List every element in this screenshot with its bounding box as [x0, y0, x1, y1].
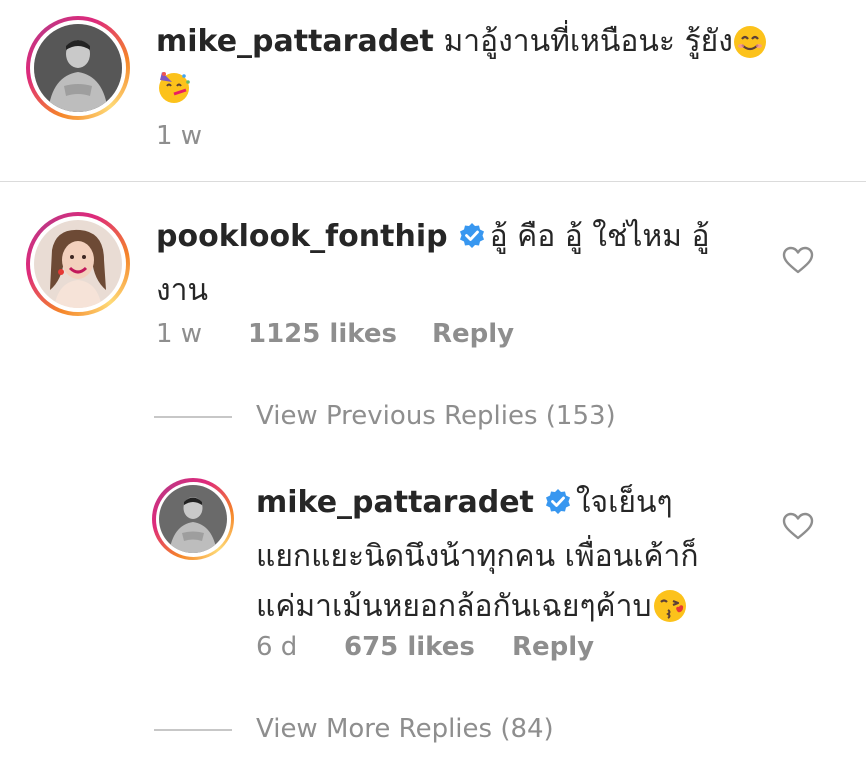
reply-label[interactable]: Reply — [512, 632, 594, 662]
comment-likes[interactable]: 1125 likes — [248, 314, 397, 354]
reply-button[interactable]: Reply — [512, 627, 594, 667]
likes-count[interactable]: 1125 likes — [248, 319, 397, 349]
view-previous-replies-button[interactable]: View Previous Replies (153) — [256, 396, 616, 436]
like-heart-icon[interactable] — [782, 246, 814, 278]
replies-line — [154, 416, 232, 418]
comment-likes[interactable]: 675 likes — [344, 627, 475, 667]
avatar[interactable] — [26, 16, 130, 120]
comment-text: mike_pattaradet มาอู้งานที่เหนือนะ รู้ยั… — [156, 17, 836, 75]
comment-body-line2: งาน — [156, 273, 209, 308]
comment-body: ใจเย็นๆ — [575, 485, 673, 520]
avatar[interactable] — [152, 478, 234, 560]
divider — [0, 181, 866, 182]
comment-text: pooklook_fonthip อู้ คือ อู้ ใช่ไหม อู้ … — [156, 212, 776, 316]
verified-badge-icon — [458, 216, 486, 266]
comment-username[interactable]: mike_pattaradet — [156, 24, 434, 59]
like-heart-icon[interactable] — [782, 512, 814, 544]
party-face-icon — [156, 68, 192, 108]
comment-time: 1 w — [156, 319, 203, 349]
verified-badge-icon — [544, 482, 572, 532]
comment-body: อู้ คือ อู้ ใช่ไหม อู้ — [489, 219, 710, 254]
comment-body-line2: แยกแยะนิดนึงน้าทุกคน เพื่อนเค้าก็ — [256, 539, 699, 574]
comment-body-line3: แค่มาเม้นหยอกล้อกันเฉยๆค้าบ — [256, 589, 652, 624]
comment-time: 6 d — [256, 632, 298, 662]
comment-time: 1 w — [156, 121, 203, 151]
avatar[interactable] — [26, 212, 130, 316]
smiling-face-icon — [733, 25, 767, 75]
likes-count[interactable]: 675 likes — [344, 632, 475, 662]
comment-username[interactable]: pooklook_fonthip — [156, 219, 448, 254]
comment-body: มาอู้งานที่เหนือนะ รู้ยัง — [443, 24, 733, 59]
reply-label[interactable]: Reply — [432, 319, 514, 349]
reply-button[interactable]: Reply — [432, 314, 514, 354]
kissing-face-icon — [652, 588, 688, 640]
comment-text: mike_pattaradet ใจเย็นๆ แยกแยะนิดนึงน้าท… — [256, 478, 776, 640]
comment-username[interactable]: mike_pattaradet — [256, 485, 534, 520]
view-more-replies-button[interactable]: View More Replies (84) — [256, 709, 554, 749]
replies-line — [154, 729, 232, 731]
